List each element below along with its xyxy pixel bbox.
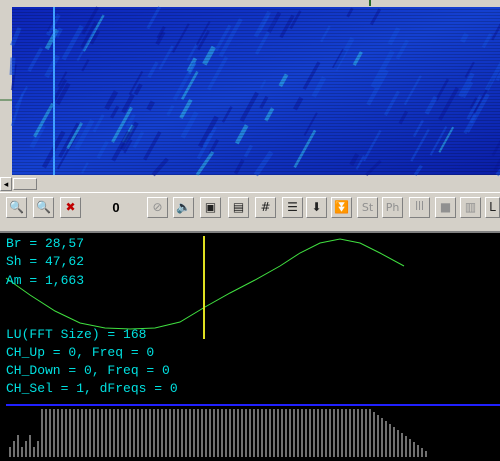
horizontal-scrollbar[interactable]: ◂ [0,177,500,192]
block-icon: ⊘ [152,200,163,214]
frame-button[interactable]: ▣ [200,197,221,218]
grid-button[interactable]: ▤ [228,197,249,218]
lines-icon: ☰ [287,200,298,214]
frame-icon: ▣ [204,200,217,214]
scroll-left-icon[interactable]: ◂ [0,177,12,191]
analysis-panel: Br = 28,57 Sh = 47,62 Am = 1,663 LU(FFT … [0,231,500,461]
pulse-icon: ꟾꟾꟾ [415,202,424,213]
waterfall-canvas[interactable] [0,0,500,177]
arrow-down-button[interactable]: ⬇ [306,197,327,218]
toolbar: 🔍 🔍 ✖ 0 ⊘ 🔈 ▣ ▤ # ☰ ⬇ ⏬ St Ph ꟾꟾꟾ ■ ▥ L [0,192,500,231]
br-readout: Br = 28,57 [6,236,85,251]
zoom-out-icon: 🔍 [36,200,51,214]
double-arrow-down-button[interactable]: ⏬ [331,197,352,218]
waterfall-scanlines [12,7,500,175]
pulse-button[interactable]: ꟾꟾꟾ [409,197,430,218]
cancel-x-icon: ✖ [65,200,76,214]
zoom-in-icon: 🔍 [9,200,24,214]
am-readout: Am = 1,663 [6,273,85,288]
bars-icon: ▥ [464,200,477,214]
channel-spectrum [6,404,500,457]
square-icon: ■ [439,200,452,214]
arrow-down-icon: ⬇ [311,200,322,214]
more-icon: L [489,200,496,214]
zoom-out-button[interactable]: 🔍 [33,197,54,218]
double-arrow-down-icon: ⏬ [334,200,349,214]
square-button[interactable]: ■ [435,197,456,218]
spectrum-bars [9,409,427,457]
speaker-button[interactable]: 🔈 [173,197,194,218]
ch-up-readout: CH_Up = 0, Freq = 0 [6,345,155,360]
speaker-icon: 🔈 [176,200,191,214]
fft-size-readout: LU(FFT Size) = 168 [6,327,147,342]
ch-down-readout: CH_Down = 0, Freq = 0 [6,363,170,378]
hash-grid-icon: # [260,200,271,214]
ph-button[interactable]: Ph [382,197,403,218]
more-button[interactable]: L [485,197,500,218]
block-button[interactable]: ⊘ [147,197,168,218]
ch-sel-readout: CH_Sel = 1, dFreqs = 0 [6,381,178,396]
sh-readout: Sh = 47,62 [6,254,85,269]
hash-grid-button[interactable]: # [255,197,276,218]
zoom-in-button[interactable]: 🔍 [6,197,27,218]
st-button[interactable]: St [357,197,378,218]
ph-label: Ph [385,201,400,214]
cancel-button[interactable]: ✖ [60,197,81,218]
waterfall-display[interactable] [0,0,500,177]
bars-button[interactable]: ▥ [460,197,481,218]
st-label: St [361,201,374,214]
frame-counter: 0 [112,200,120,215]
grid-icon: ▤ [232,200,245,214]
scrollbar-thumb[interactable] [13,178,37,190]
lines-button[interactable]: ☰ [282,197,303,218]
